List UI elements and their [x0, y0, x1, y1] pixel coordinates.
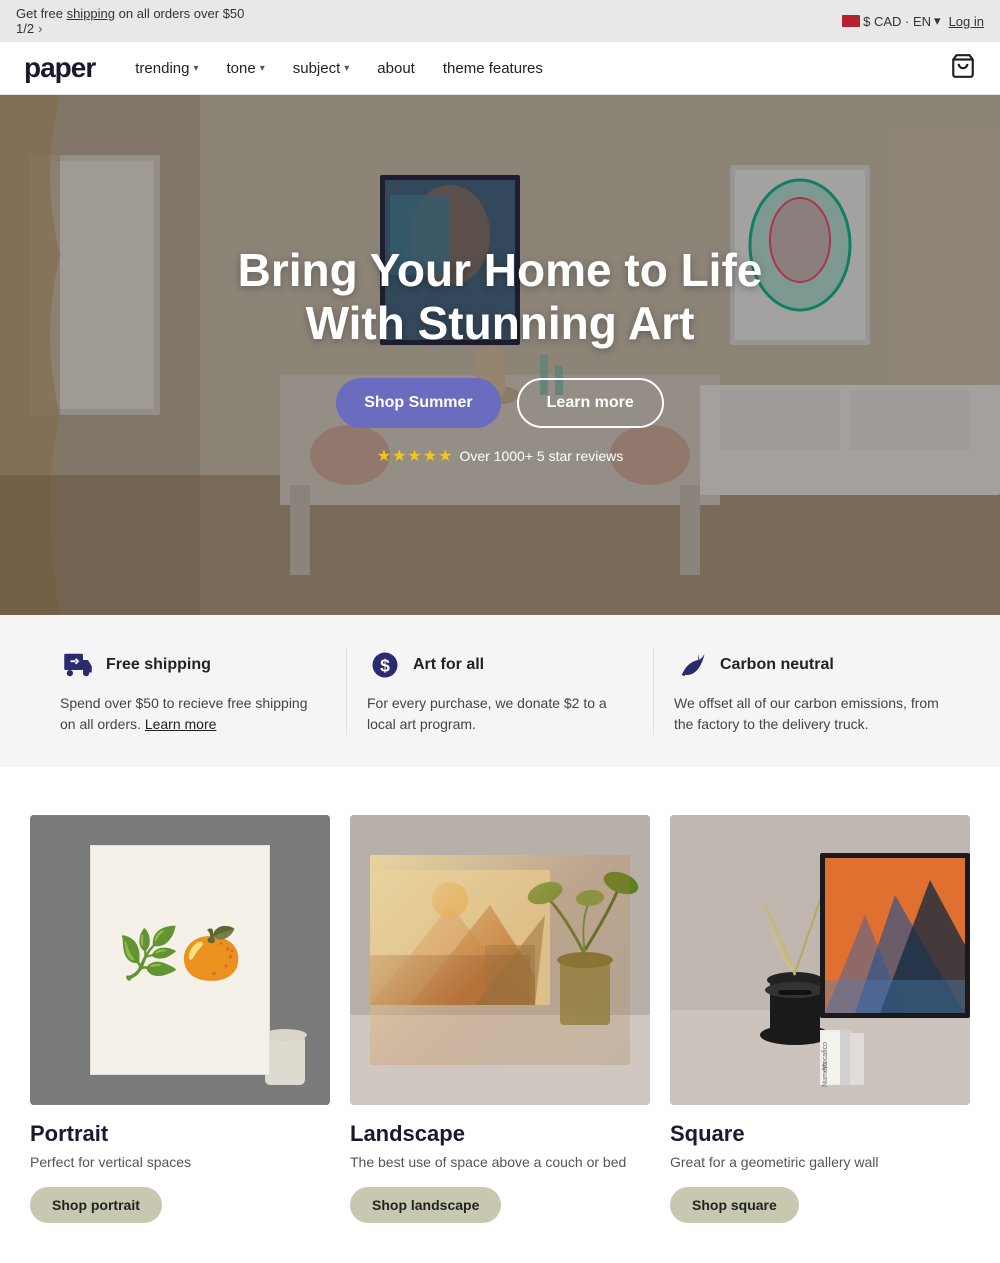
product-desc-square: Great for a geometiric gallery wall [670, 1153, 970, 1173]
nav-item-subject[interactable]: subject ▾ [293, 60, 350, 77]
announcement-next-arrow[interactable]: › [38, 21, 42, 36]
star-rating: ★★★★★ [377, 446, 454, 466]
products-section: Portrait Perfect for vertical spaces Sho… [0, 767, 1000, 1263]
product-category-landscape: Landscape [350, 1121, 650, 1147]
product-category-square: Square [670, 1121, 970, 1147]
announcement-text: Get free shipping on all orders over $50… [16, 6, 252, 36]
chevron-down-icon: ▾ [260, 63, 265, 74]
svg-text:Numero: Numero [822, 1062, 829, 1087]
product-card-portrait: Portrait Perfect for vertical spaces Sho… [30, 815, 330, 1223]
shop-landscape-button[interactable]: Shop landscape [350, 1187, 501, 1223]
product-image-square: Mocafico Numero [670, 815, 970, 1105]
shipping-icon [60, 647, 96, 683]
shop-square-button[interactable]: Shop square [670, 1187, 799, 1223]
nav-item-about[interactable]: about [377, 60, 415, 77]
hero-buttons: Shop Summer Learn more [220, 378, 780, 428]
currency-chevron: ▾ [934, 13, 941, 29]
feature-carbon-title: Carbon neutral [720, 656, 834, 674]
nav-item-trending[interactable]: trending ▾ [135, 60, 198, 77]
canada-flag [842, 15, 860, 27]
product-image-landscape [350, 815, 650, 1105]
feature-shipping: Free shipping Spend over $50 to recieve … [40, 647, 347, 735]
shop-summer-button[interactable]: Shop Summer [336, 378, 500, 428]
header-right-actions: $ CAD · EN ▾ Log in [842, 13, 984, 29]
hero-title: Bring Your Home to Life With Stunning Ar… [220, 244, 780, 350]
shipping-link[interactable]: shipping [67, 6, 115, 21]
leaf-icon [674, 647, 710, 683]
cart-icon[interactable] [950, 53, 976, 84]
products-grid: Portrait Perfect for vertical spaces Sho… [30, 815, 970, 1223]
main-nav: trending ▾ tone ▾ subject ▾ about theme … [135, 60, 950, 77]
hero-content: Bring Your Home to Life With Stunning Ar… [220, 244, 780, 466]
site-logo[interactable]: paper [24, 52, 95, 84]
product-image-portrait [30, 815, 330, 1105]
product-card-landscape: Landscape The best use of space above a … [350, 815, 650, 1223]
product-desc-portrait: Perfect for vertical spaces [30, 1153, 330, 1173]
shop-portrait-button[interactable]: Shop portrait [30, 1187, 162, 1223]
product-category-portrait: Portrait [30, 1121, 330, 1147]
site-header: paper trending ▾ tone ▾ subject ▾ about … [0, 42, 1000, 95]
nav-item-theme-features[interactable]: theme features [443, 60, 543, 77]
feature-shipping-learn-more[interactable]: Learn more [145, 716, 217, 732]
product-card-square: Mocafico Numero Square Great for a geome… [670, 815, 970, 1223]
product-desc-landscape: The best use of space above a couch or b… [350, 1153, 650, 1173]
currency-selector[interactable]: $ CAD · EN ▾ [842, 13, 940, 29]
hero-reviews: ★★★★★ Over 1000+ 5 star reviews [220, 446, 780, 466]
login-link[interactable]: Log in [949, 14, 984, 29]
feature-shipping-title: Free shipping [106, 656, 211, 674]
feature-art-desc: For every purchase, we donate $2 to a lo… [367, 693, 633, 735]
chevron-down-icon: ▾ [193, 63, 198, 74]
feature-art: $ Art for all For every purchase, we don… [347, 647, 654, 735]
chevron-down-icon: ▾ [344, 63, 349, 74]
feature-shipping-desc: Spend over $50 to recieve free shipping … [60, 693, 326, 735]
nav-item-tone[interactable]: tone ▾ [227, 60, 265, 77]
features-strip: Free shipping Spend over $50 to recieve … [0, 615, 1000, 767]
hero-section: Bring Your Home to Life With Stunning Ar… [0, 95, 1000, 615]
announcement-bar: Get free shipping on all orders over $50… [0, 0, 1000, 42]
announcement-nav: 1/2 › [16, 21, 252, 36]
dollar-icon: $ [367, 647, 403, 683]
learn-more-button[interactable]: Learn more [517, 378, 664, 428]
feature-carbon: Carbon neutral We offset all of our carb… [654, 647, 960, 735]
feature-art-title: Art for all [413, 656, 484, 674]
svg-text:$: $ [380, 655, 390, 675]
feature-carbon-desc: We offset all of our carbon emissions, f… [674, 693, 940, 735]
